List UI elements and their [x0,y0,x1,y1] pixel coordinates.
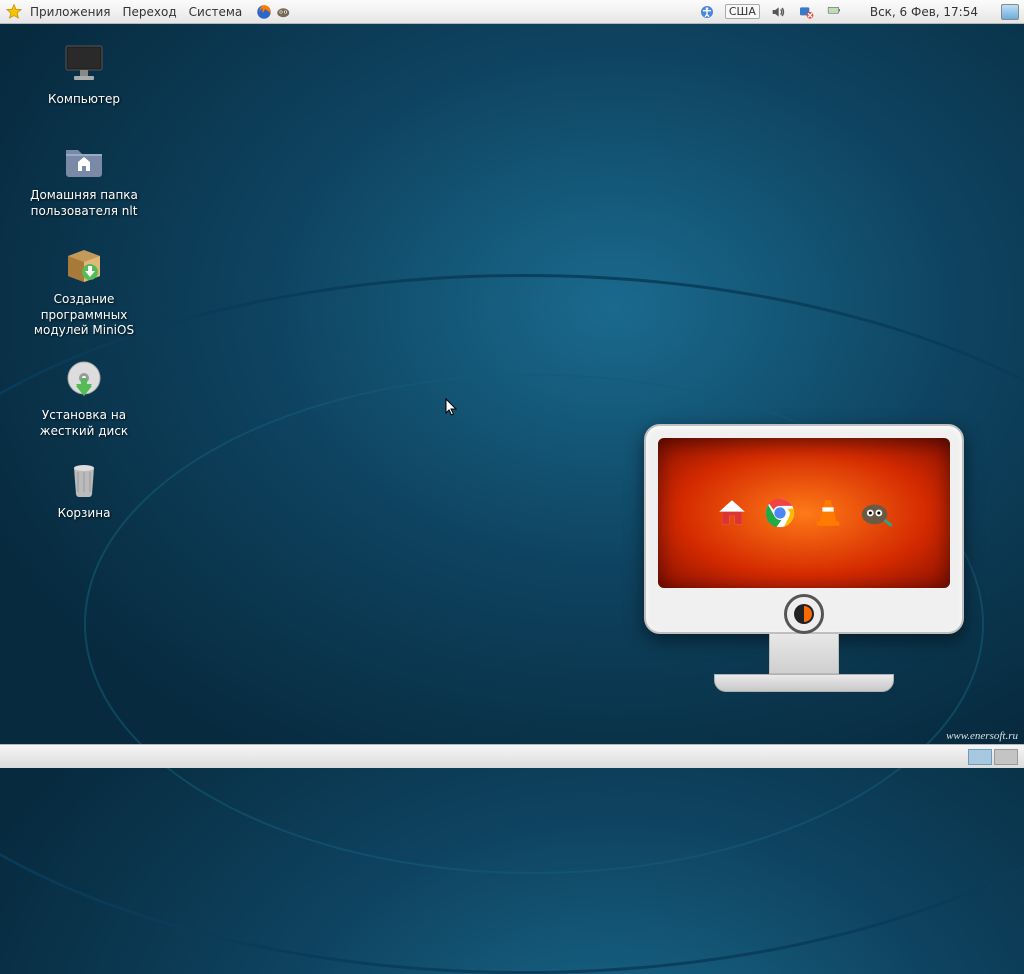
home-icon [715,496,749,530]
disc-install-icon [60,356,108,404]
gimp-icon [859,496,893,530]
watermark-text: www.enersoft.ru [946,730,1018,742]
desktop-icon-label: Создание программных модулей MiniOS [14,292,154,339]
desktop-icon-modules[interactable]: Создание программных модулей MiniOS [14,240,154,339]
menu-applications[interactable]: Приложения [24,0,117,24]
package-icon [60,240,108,288]
wallpaper-monitor [644,424,964,714]
bottom-panel [0,744,1024,768]
folder-home-icon [60,136,108,184]
workspace-1[interactable] [968,749,992,765]
chrome-icon [763,496,797,530]
desktop-icon-home[interactable]: Домашняя папка пользователя nlt [14,136,154,219]
wallpaper-screen [658,438,950,588]
clock[interactable]: Вск, 6 Фев, 17:54 [870,5,978,19]
menu-places[interactable]: Переход [117,0,183,24]
battery-icon[interactable] [824,2,844,22]
menu-system[interactable]: Система [183,0,249,24]
os-logo-icon [784,594,824,634]
desktop-icon-trash[interactable]: Корзина [14,454,154,522]
accessibility-icon[interactable] [697,2,717,22]
desktop-icon-install[interactable]: Установка на жесткий диск [14,356,154,439]
show-desktop-icon[interactable] [1000,2,1020,22]
volume-icon[interactable] [768,2,788,22]
desktop-icon-label: Установка на жесткий диск [14,408,154,439]
desktop-icon-label: Корзина [58,506,111,522]
mouse-cursor-icon [445,398,459,418]
desktop-icon-computer[interactable]: Компьютер [14,40,154,108]
desktop-icon-label: Компьютер [48,92,120,108]
gimp-launcher-icon[interactable] [274,2,294,22]
trash-icon [60,454,108,502]
star-menu-icon[interactable] [4,2,24,22]
keyboard-layout-indicator[interactable]: США [725,4,760,19]
top-panel: Приложения Переход Система США Вск, 6 Фе… [0,0,1024,24]
network-icon[interactable] [796,2,816,22]
desktop-icon-label: Домашняя папка пользователя nlt [14,188,154,219]
vlc-icon [811,496,845,530]
desktop[interactable]: Компьютер Домашняя папка пользователя nlt… [0,24,1024,744]
workspace-pager[interactable] [968,749,1018,765]
workspace-2[interactable] [994,749,1018,765]
firefox-launcher-icon[interactable] [254,2,274,22]
monitor-icon [60,40,108,88]
